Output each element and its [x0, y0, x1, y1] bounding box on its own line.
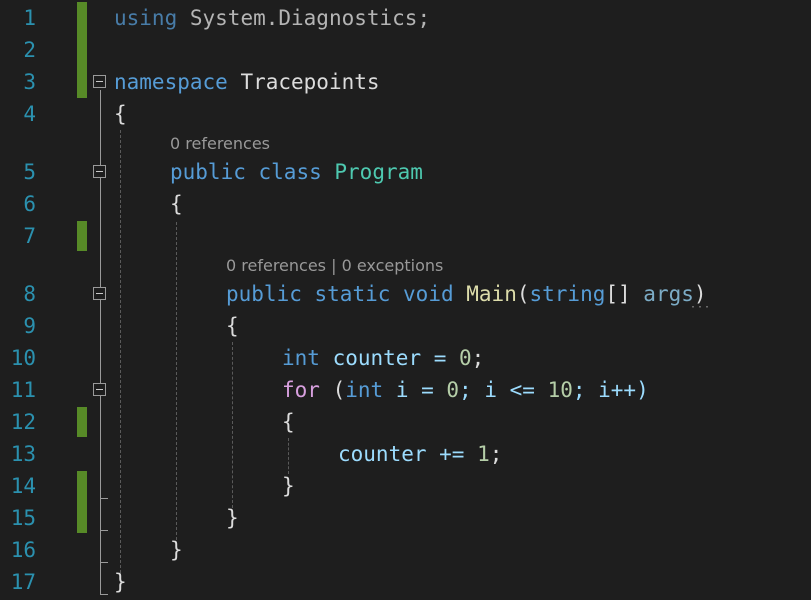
change-marker [77, 471, 87, 533]
number-literal: 1 [477, 442, 490, 466]
codelens-class-references[interactable]: 0 references [170, 132, 270, 156]
line-number: 3 [23, 70, 36, 94]
array-brackets: [] [605, 282, 644, 306]
method-name: Main [466, 282, 517, 306]
line-number: 1 [23, 6, 36, 30]
line-number: 11 [10, 378, 36, 402]
code-line-5[interactable]: public class Program [170, 156, 423, 188]
line-number: 6 [23, 192, 36, 216]
outline-end [100, 530, 108, 531]
code-line-3[interactable]: namespace Tracepoints [114, 66, 380, 98]
line-number: 13 [10, 442, 36, 466]
open-brace: { [282, 410, 295, 434]
close-brace: } [282, 474, 295, 498]
number-literal: 10 [547, 378, 573, 402]
code-line-15[interactable]: } [226, 502, 239, 534]
collapse-namespace-icon[interactable] [93, 75, 106, 88]
line-number: 8 [23, 282, 36, 306]
keyword-namespace: namespace [114, 70, 228, 94]
line-number: 12 [10, 410, 36, 434]
keyword-using: using [114, 6, 178, 30]
namespace-name: Tracepoints [240, 70, 380, 94]
line-number: 5 [23, 160, 36, 184]
code-line-12[interactable]: { [282, 406, 295, 438]
close-brace: } [170, 538, 183, 562]
open-brace: { [114, 102, 127, 126]
keyword-class: class [258, 160, 322, 184]
outline-end [100, 498, 108, 499]
code-line-9[interactable]: { [226, 310, 239, 342]
paren-open: ( [516, 282, 530, 306]
line-number: 4 [23, 102, 36, 126]
keyword-int: int [345, 378, 384, 402]
code-line-11[interactable]: for (int i = 0; i <= 10; i++) [282, 374, 649, 406]
codelens-text[interactable]: 0 references [170, 134, 270, 153]
open-brace: { [170, 192, 183, 216]
line-number: 2 [23, 38, 36, 62]
change-marker [77, 2, 87, 98]
change-marker [77, 407, 87, 437]
code-line-4[interactable]: { [114, 98, 127, 130]
code-line-16[interactable]: } [170, 534, 183, 566]
keyword-static: static [314, 282, 391, 306]
number-literal: 0 [446, 378, 460, 402]
code-line-14[interactable]: } [282, 470, 295, 502]
collapse-class-icon[interactable] [93, 165, 106, 178]
indent-guide [120, 130, 121, 588]
code-line-10[interactable]: int counter = 0; [282, 342, 484, 374]
keyword-public: public [170, 160, 246, 184]
indent-guide [232, 342, 233, 508]
outline-end [100, 594, 108, 595]
code-editor[interactable]: 1 2 3 4 5 6 7 8 9 10 11 12 13 14 15 16 1… [0, 0, 811, 600]
line-number: 10 [10, 346, 36, 370]
variable-counter: counter += [338, 442, 478, 466]
outline-end [100, 562, 108, 563]
keyword-void: void [403, 282, 454, 306]
line-number: 15 [10, 506, 36, 530]
codelens-method[interactable]: 0 references | 0 exceptions [226, 254, 443, 278]
loop-condition: ; i <= [459, 378, 548, 402]
close-brace: } [114, 570, 127, 594]
class-name: Program [334, 160, 423, 184]
paren-open: ( [319, 378, 346, 402]
parameter-args: args [643, 282, 694, 306]
keyword-int: int [282, 346, 320, 370]
semicolon: ; [489, 442, 503, 466]
keyword-string: string [529, 282, 606, 306]
code-line-17[interactable]: } [114, 566, 127, 598]
variable-counter: counter = [319, 346, 460, 370]
code-line-8[interactable]: public static void Main(string[] args) [226, 278, 707, 310]
open-brace: { [226, 314, 239, 338]
code-line-6[interactable]: { [170, 188, 183, 220]
codelens-exceptions[interactable]: 0 exceptions [342, 256, 444, 275]
change-marker [77, 221, 87, 251]
unused-parameter-hint-icon: ··· [690, 302, 712, 313]
collapse-for-icon[interactable] [93, 383, 106, 396]
keyword-public: public [226, 282, 302, 306]
number-literal: 0 [459, 346, 472, 370]
semicolon: ; [471, 346, 485, 370]
loop-increment: ; i++) [572, 378, 649, 402]
code-line-13[interactable]: counter += 1; [338, 438, 502, 470]
code-line-1[interactable]: using System.Diagnostics; [114, 2, 430, 34]
codelens-references[interactable]: 0 references [226, 256, 326, 275]
collapse-method-icon[interactable] [93, 287, 106, 300]
line-number: 7 [23, 224, 36, 248]
keyword-for: for [282, 378, 320, 402]
close-brace: } [226, 506, 239, 530]
line-number: 16 [10, 538, 36, 562]
codelens-separator: | [331, 256, 337, 275]
indent-guide [176, 222, 177, 540]
loop-init: i = [383, 378, 447, 402]
line-number: 17 [10, 570, 36, 594]
line-number: 9 [23, 314, 36, 338]
indent-guide [288, 438, 289, 474]
namespace-import: System.Diagnostics; [189, 6, 431, 30]
line-number: 14 [10, 474, 36, 498]
